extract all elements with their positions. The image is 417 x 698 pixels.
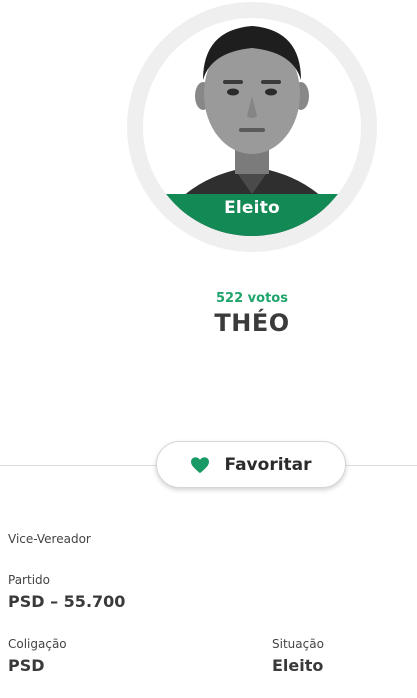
situation-label: Situação	[272, 637, 324, 651]
candidate-avatar: Eleito	[143, 18, 361, 236]
candidate-name: THÉO	[214, 309, 290, 337]
coalition-label: Coligação	[8, 637, 67, 651]
favorite-label: Favoritar	[224, 454, 312, 475]
party-label: Partido	[8, 573, 50, 587]
party-value: PSD – 55.700	[8, 592, 126, 611]
vote-count: 522 votos	[216, 291, 288, 306]
heart-icon	[191, 456, 210, 473]
situation-value: Eleito	[272, 656, 324, 675]
elected-badge: Eleito	[224, 198, 280, 218]
role-text: Vice-Vereador	[8, 532, 91, 546]
favorite-button[interactable]: Favoritar	[156, 441, 346, 488]
coalition-value: PSD	[8, 656, 45, 675]
